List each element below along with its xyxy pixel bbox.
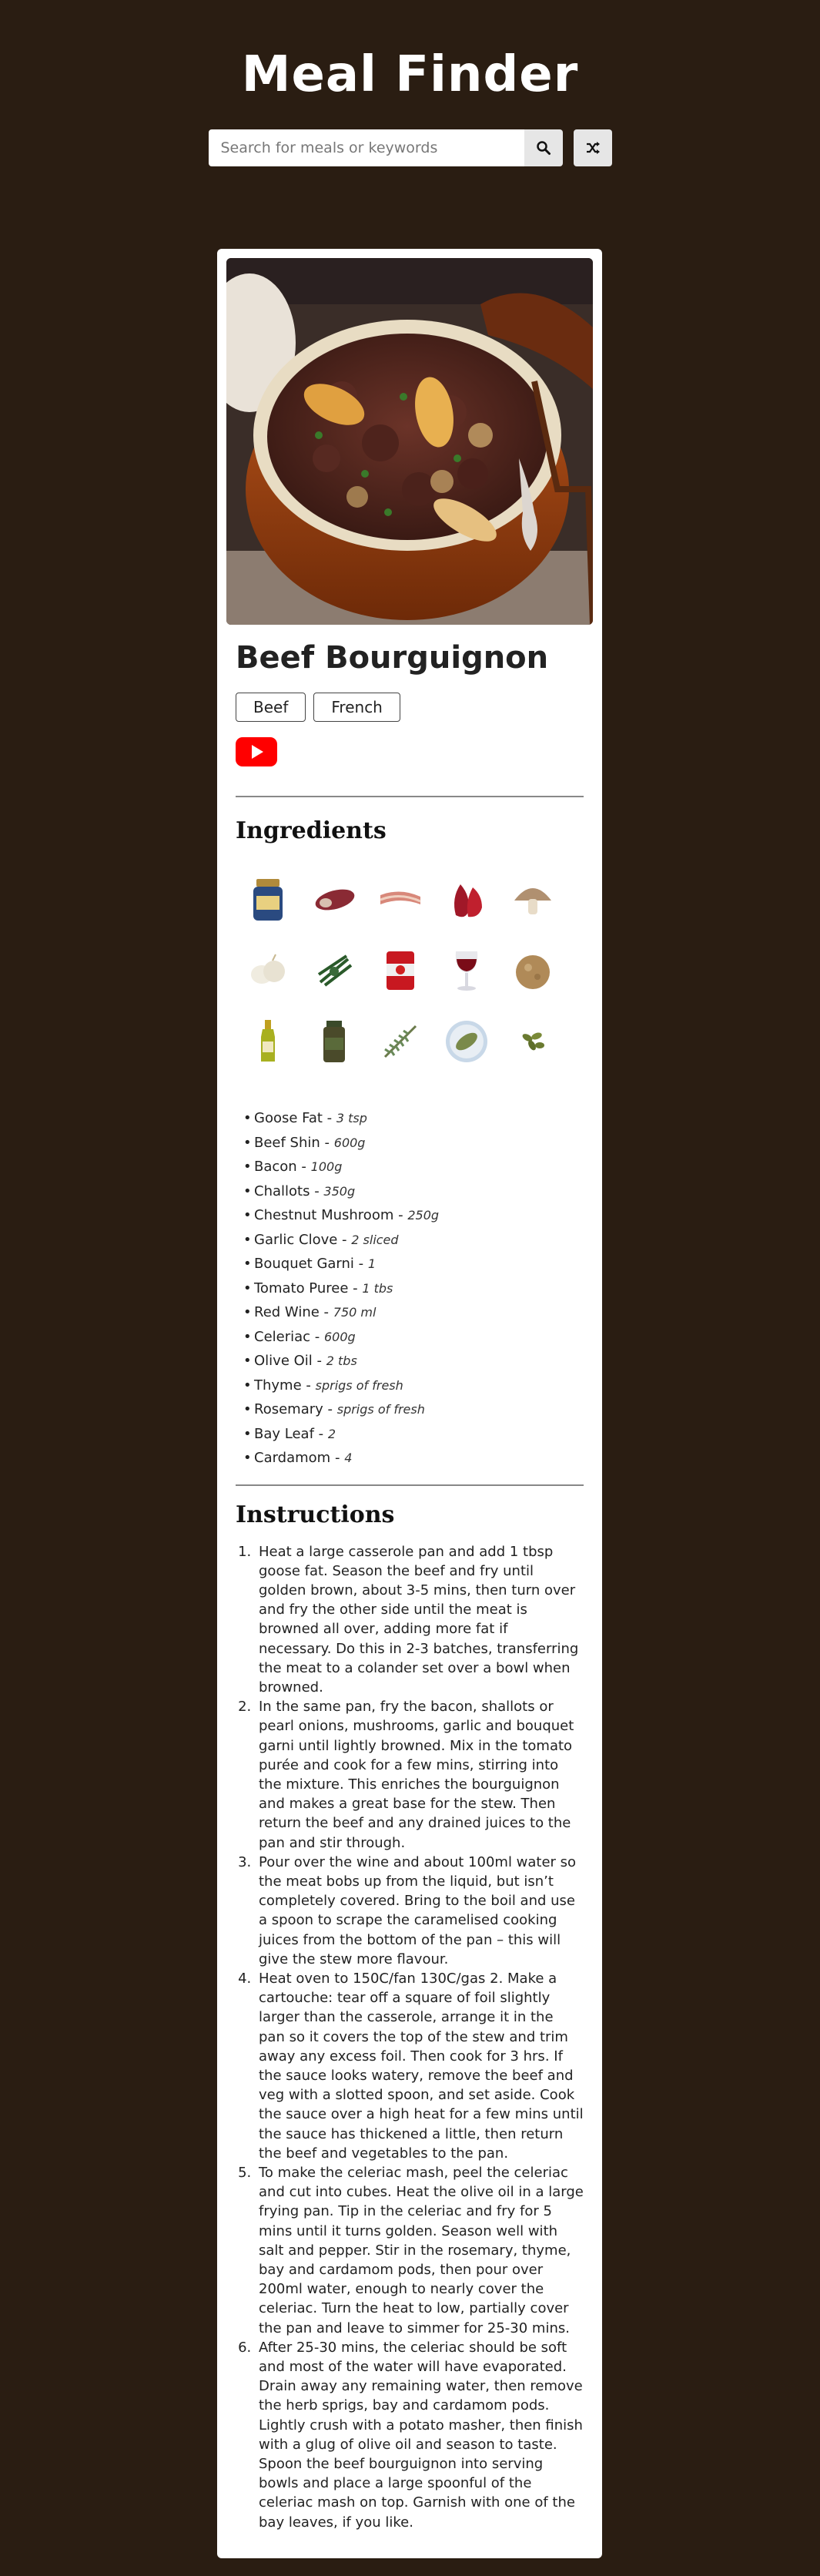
- ingredient-item: Celeriac - 600g: [243, 1325, 584, 1350]
- instruction-step: Pour over the wine and about 100ml water…: [256, 1853, 584, 1969]
- search-icon: [536, 141, 551, 155]
- ingredient-measure: 250g: [407, 1208, 440, 1223]
- ingredient-name: Red Wine: [254, 1304, 320, 1320]
- olive-oil-image: [245, 1018, 291, 1065]
- search-button[interactable]: [524, 129, 563, 166]
- red-wine-image: [443, 948, 490, 994]
- ingredient-item: Challots - 350g: [243, 1179, 584, 1204]
- category-tag: Beef: [236, 693, 306, 722]
- ingredient-measure: 750 ml: [333, 1305, 377, 1320]
- ingredient-name: Celeriac: [254, 1328, 311, 1345]
- divider: [236, 796, 584, 797]
- ingredient-item: Olive Oil - 2 tbs: [243, 1349, 584, 1374]
- ingredient-measure: sprigs of fresh: [315, 1377, 403, 1393]
- ingredient-name: Beef Shin: [254, 1134, 320, 1151]
- garlic-clove-image: [245, 948, 291, 994]
- instruction-step: Heat oven to 150C/fan 130C/gas 2. Make a…: [256, 1969, 584, 2163]
- header: Meal Finder: [0, 0, 820, 166]
- instruction-step: After 25-30 mins, the celeriac should be…: [256, 2338, 584, 2532]
- ingredient-name: Thyme: [254, 1377, 302, 1394]
- meal-image: [226, 258, 593, 625]
- ingredient-item: Red Wine - 750 ml: [243, 1300, 584, 1325]
- ingredient-measure: 4: [344, 1451, 353, 1465]
- tomato-puree-image: [377, 948, 423, 994]
- instructions-heading: Instructions: [236, 1501, 395, 1528]
- ingredient-measure: 2 tbs: [326, 1353, 357, 1368]
- ingredient-name: Bay Leaf: [254, 1425, 314, 1442]
- cardamom-image: [510, 1018, 556, 1065]
- ingredient-measure: sprigs of fresh: [336, 1402, 425, 1417]
- ingredient-measure: 1: [367, 1256, 377, 1271]
- ingredient-name: Bouquet Garni: [254, 1256, 354, 1272]
- ingredient-name: Garlic Clove: [254, 1231, 338, 1248]
- ingredient-name: Cardamom: [254, 1450, 331, 1466]
- celeriac-image: [510, 948, 556, 994]
- ingredient-item: Thyme - sprigs of fresh: [243, 1374, 584, 1398]
- ingredient-name: Goose Fat: [254, 1110, 323, 1126]
- ingredient-measure: 2: [327, 1426, 336, 1441]
- meal-card: Beef Bourguignon Beef French Ingredients: [217, 249, 602, 2558]
- ingredient-item: Rosemary - sprigs of fresh: [243, 1397, 584, 1422]
- ingredient-name: Olive Oil: [254, 1353, 313, 1369]
- page-title: Meal Finder: [241, 46, 579, 103]
- ingredient-measure: 2 sliced: [351, 1232, 399, 1247]
- ingredient-measure: 1 tbs: [362, 1280, 393, 1296]
- ingredient-list: Goose Fat - 3 tspBeef Shin - 600gBacon -…: [236, 1106, 584, 1471]
- ingredient-item: Beef Shin - 600g: [243, 1131, 584, 1156]
- ingredient-measure: 100g: [310, 1159, 343, 1174]
- random-meal-button[interactable]: [573, 129, 612, 166]
- divider: [236, 1484, 584, 1486]
- bacon-image: [377, 877, 423, 923]
- ingredient-measure: 3 tsp: [336, 1111, 367, 1125]
- search-group: [208, 129, 563, 166]
- ingredient-item: Cardamom - 4: [243, 1446, 584, 1471]
- beef-shin-image: [311, 877, 357, 923]
- thyme-image: [311, 1018, 357, 1065]
- shallots-image: [443, 877, 490, 923]
- ingredient-name: Tomato Puree: [254, 1280, 349, 1296]
- instruction-step: In the same pan, fry the bacon, shallots…: [256, 1697, 584, 1853]
- search-input[interactable]: [208, 129, 524, 166]
- ingredient-item: Goose Fat - 3 tsp: [243, 1106, 584, 1131]
- ingredients-heading: Ingredients: [236, 817, 387, 844]
- meal-details: Beef Bourguignon Beef French Ingredients: [226, 640, 593, 2532]
- ingredient-item: Bay Leaf - 2: [243, 1422, 584, 1447]
- shuffle-icon: [586, 142, 600, 154]
- youtube-icon: [236, 737, 277, 766]
- goose-fat-image: [245, 877, 291, 923]
- ingredient-image-grid: [236, 877, 584, 1065]
- rosemary-image: [377, 1018, 423, 1065]
- ingredient-item: Bacon - 100g: [243, 1155, 584, 1179]
- instruction-step: Heat a large casserole pan and add 1 tbs…: [256, 1542, 584, 1698]
- ingredient-item: Bouquet Garni - 1: [243, 1252, 584, 1276]
- ingredient-name: Challots: [254, 1182, 310, 1199]
- youtube-link[interactable]: [236, 737, 277, 770]
- ingredient-item: Tomato Puree - 1 tbs: [243, 1276, 584, 1301]
- ingredient-measure: 350g: [323, 1183, 356, 1199]
- search-bar: [0, 129, 820, 166]
- ingredient-name: Bacon: [254, 1159, 297, 1175]
- instruction-list: Heat a large casserole pan and add 1 tbs…: [236, 1542, 584, 2532]
- bouquet-garni-image: [311, 948, 357, 994]
- ingredient-item: Chestnut Mushroom - 250g: [243, 1203, 584, 1228]
- ingredient-item: Garlic Clove - 2 sliced: [243, 1228, 584, 1253]
- instruction-step: To make the celeriac mash, peel the cele…: [256, 2163, 584, 2338]
- ingredient-measure: 600g: [333, 1135, 366, 1150]
- ingredient-measure: 600g: [324, 1329, 356, 1344]
- tag-list: Beef French: [236, 693, 584, 722]
- area-tag: French: [313, 693, 400, 722]
- ingredient-name: Rosemary: [254, 1401, 323, 1417]
- chestnut-mushroom-image: [510, 877, 556, 923]
- ingredient-name: Chestnut Mushroom: [254, 1207, 394, 1223]
- meal-name: Beef Bourguignon: [236, 640, 549, 676]
- bay-leaf-image: [443, 1018, 490, 1065]
